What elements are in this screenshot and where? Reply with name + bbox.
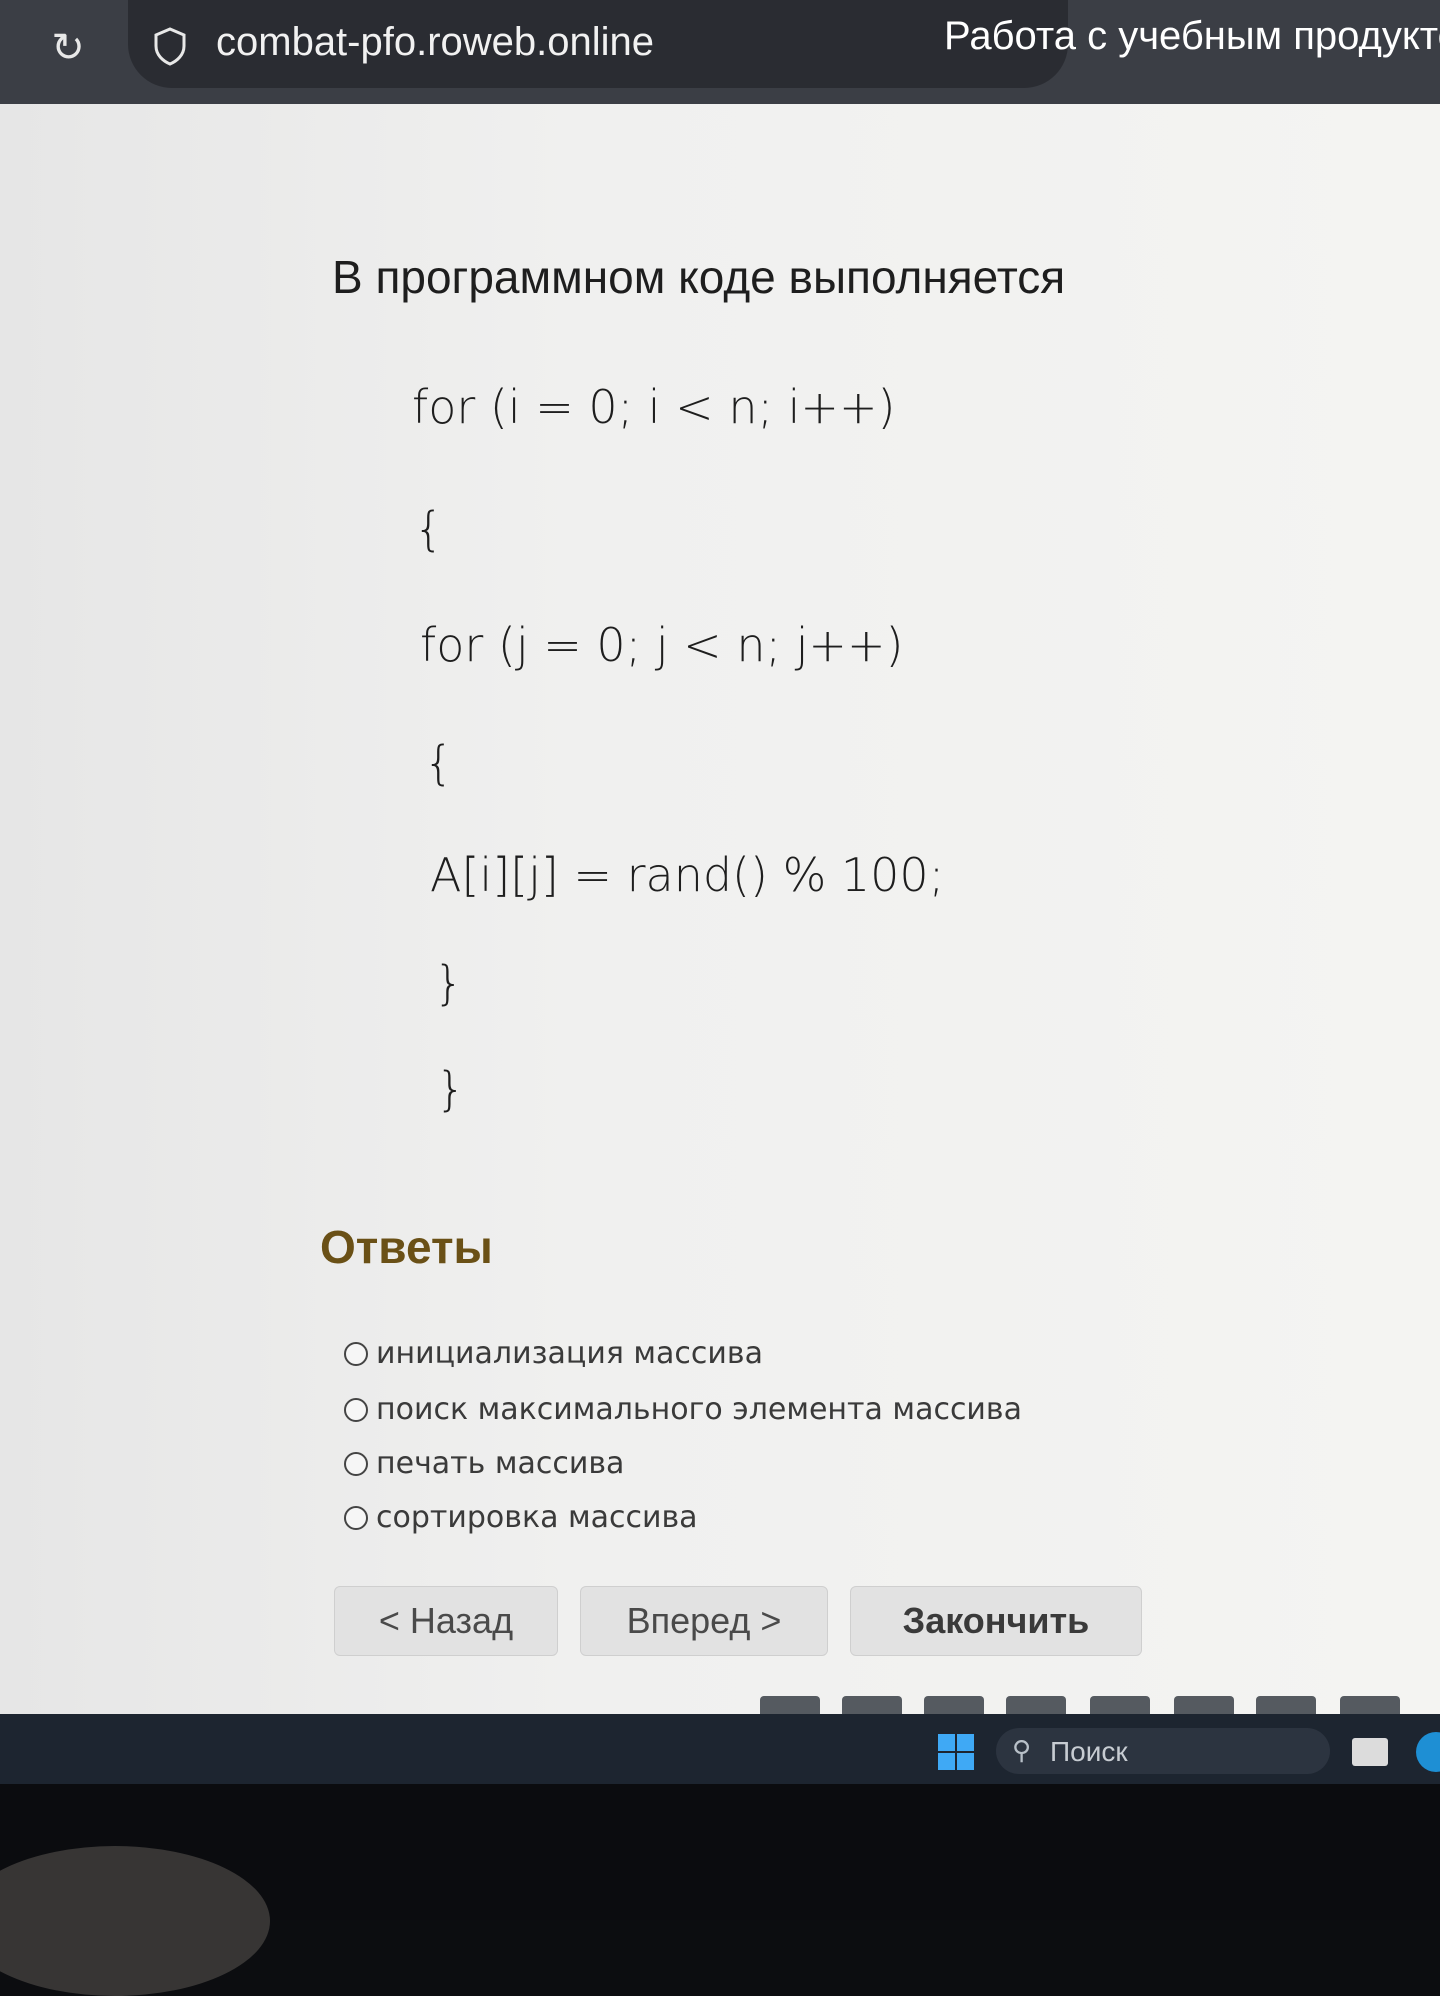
question-nav-tab[interactable] — [842, 1696, 902, 1716]
question-nav-tab[interactable] — [1090, 1696, 1150, 1716]
reload-icon[interactable]: ↻ — [44, 24, 92, 72]
question-nav-tab[interactable] — [1006, 1696, 1066, 1716]
answer-label: инициализация массива — [376, 1336, 763, 1371]
answer-label: печать массива — [376, 1446, 625, 1481]
code-line: { — [414, 502, 444, 556]
task-view-icon[interactable] — [1352, 1738, 1388, 1766]
answer-option[interactable]: поиск максимального элемента массива — [344, 1392, 1022, 1427]
windows-start-icon[interactable] — [938, 1734, 974, 1770]
finish-button[interactable]: Закончить — [850, 1586, 1142, 1656]
radio-button[interactable] — [344, 1397, 368, 1422]
radio-button[interactable] — [344, 1505, 368, 1530]
answer-option[interactable]: печать массива — [344, 1446, 624, 1481]
answer-label: сортировка массива — [376, 1500, 698, 1535]
code-line: for (i = 0; i < n; i++) — [412, 380, 896, 434]
search-placeholder[interactable]: Поиск — [1050, 1736, 1128, 1768]
answer-option[interactable]: сортировка массива — [344, 1500, 698, 1535]
code-line: A[i][j] = rand() % 100; — [430, 848, 945, 902]
radio-button[interactable] — [344, 1341, 368, 1366]
question-nav-tab[interactable] — [924, 1696, 984, 1716]
question-nav-tab[interactable] — [1256, 1696, 1316, 1716]
answer-label: поиск максимального элемента массива — [376, 1392, 1022, 1427]
shield-icon — [154, 27, 186, 66]
code-line: { — [424, 736, 454, 790]
radio-button[interactable] — [344, 1451, 368, 1476]
code-line: } — [436, 1062, 466, 1116]
forward-button[interactable]: Вперед > — [580, 1586, 828, 1656]
search-icon: ⚲ — [1012, 1736, 1032, 1766]
code-line: for (j = 0; j < n; j++) — [420, 618, 904, 672]
tab-title[interactable]: Работа с учебным продукто — [944, 10, 1440, 62]
back-button[interactable]: < Назад — [334, 1586, 558, 1656]
page-content — [0, 104, 1440, 1714]
taskbar-search[interactable] — [996, 1728, 1330, 1774]
question-nav-tab[interactable] — [1340, 1696, 1400, 1716]
question-nav-tab[interactable] — [1174, 1696, 1234, 1716]
url-text[interactable]: combat-pfo.roweb.online — [216, 16, 654, 68]
answers-heading: Ответы — [320, 1221, 493, 1273]
question-nav-tab[interactable] — [760, 1696, 820, 1716]
answer-option[interactable]: инициализация массива — [344, 1336, 763, 1371]
code-line: } — [434, 956, 464, 1010]
question-text: В программном коде выполняется — [332, 251, 1066, 303]
